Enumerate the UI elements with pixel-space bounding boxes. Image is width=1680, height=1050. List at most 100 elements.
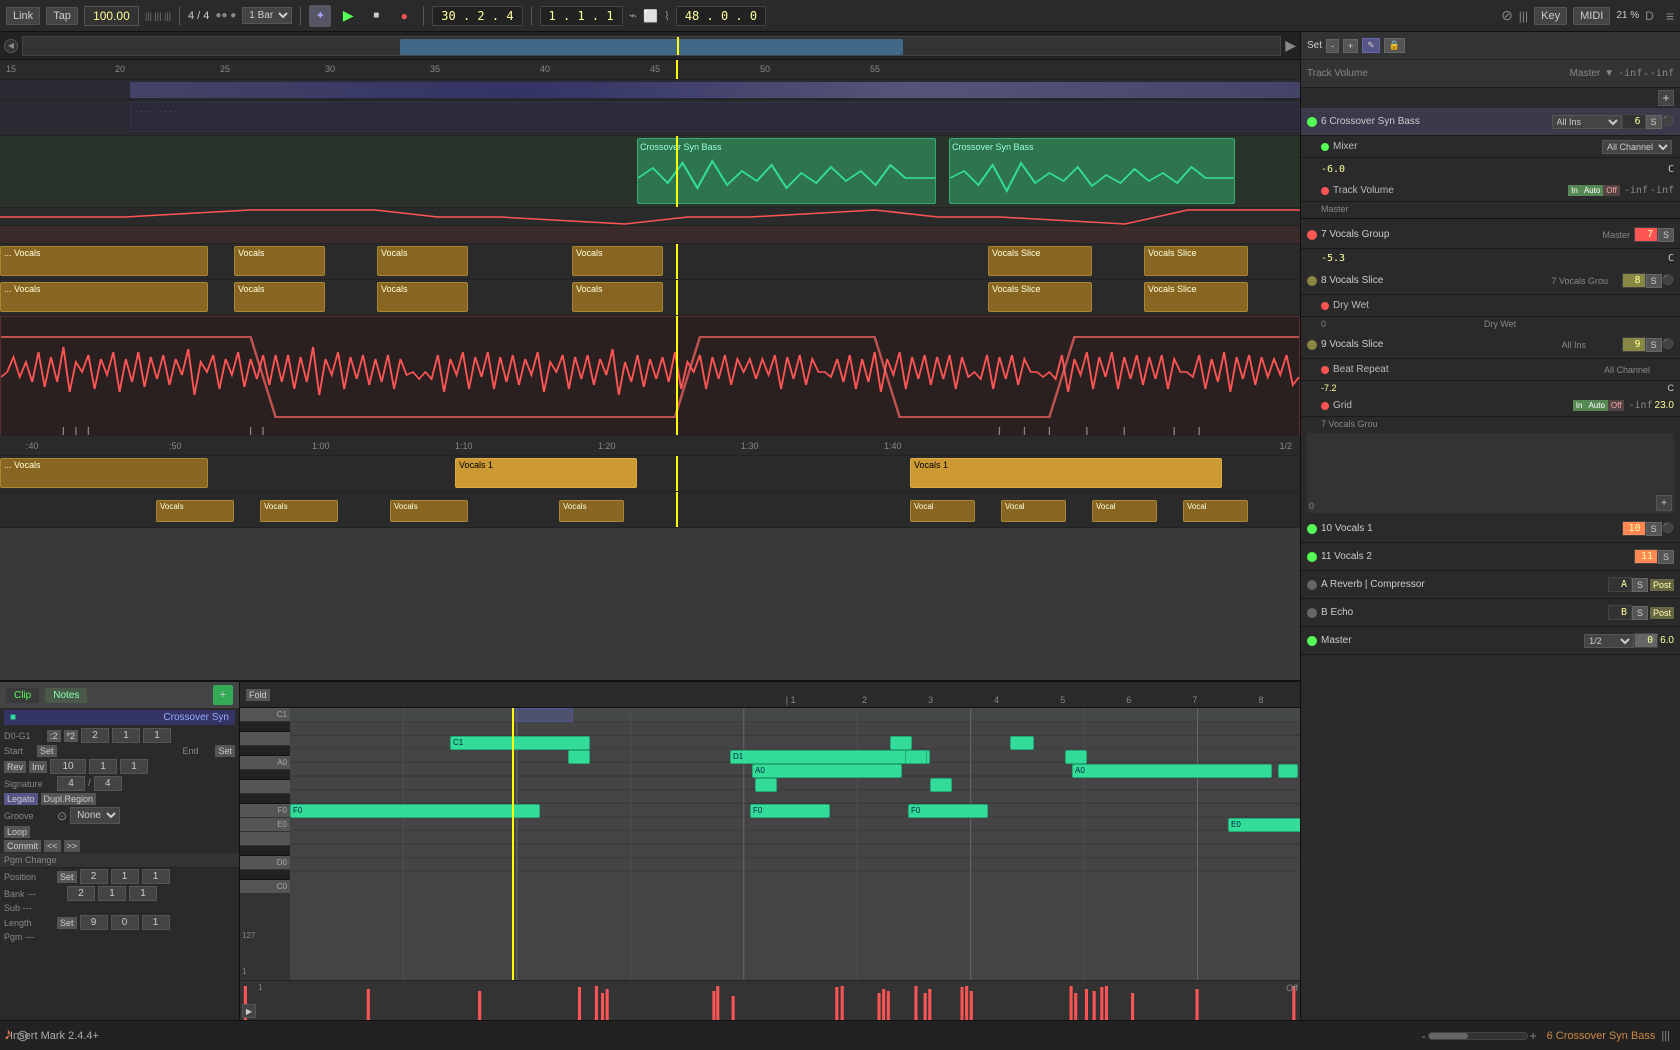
master-arrow[interactable]: ▼ — [1604, 68, 1614, 79]
track-strip-8[interactable]: 8 Vocals Slice 7 Vocals Grou 8 S ⚫ — [1301, 267, 1680, 295]
overview-track[interactable] — [22, 36, 1281, 56]
track-strip-6[interactable]: 6 Crossover Syn Bass All Ins 6 S ⚫ — [1301, 108, 1680, 136]
set-length-button[interactable]: Set — [57, 917, 77, 929]
bank-val-1[interactable]: 2 — [67, 886, 95, 901]
loop-region[interactable] — [512, 708, 573, 722]
track-10-s-button[interactable]: S — [1646, 522, 1662, 536]
vocal-clip-5[interactable]: Vocals Slice — [988, 246, 1092, 276]
velocity-area[interactable]: ▶ 1 Off — [240, 980, 1300, 1020]
position-val-1[interactable]: 2 — [80, 869, 108, 884]
set-start-button[interactable]: Set — [37, 745, 57, 757]
lock-button[interactable]: 🔒 — [1384, 38, 1405, 53]
note-far-right[interactable] — [1278, 764, 1298, 778]
master-dropdown[interactable]: Master — [1570, 68, 1601, 79]
inv-button[interactable]: Inv — [29, 761, 47, 773]
dupl-region-button[interactable]: Dupl.Region — [41, 793, 97, 805]
overview-bar[interactable]: ◀ ▶ — [0, 32, 1300, 60]
track-8-s-button[interactable]: S — [1646, 274, 1662, 288]
track-strip-11[interactable]: 11 Vocals 2 11 S — [1301, 543, 1680, 571]
rev-button[interactable]: Rev — [4, 761, 26, 773]
track-6-input-select[interactable]: All Ins — [1552, 115, 1622, 129]
track-10-record[interactable]: ⚫ — [1662, 523, 1674, 534]
track-a-dot[interactable] — [1307, 580, 1317, 590]
tempo-input[interactable] — [84, 6, 139, 26]
key-d0[interactable]: D0 — [240, 856, 290, 870]
key-f0[interactable]: F0 — [240, 804, 290, 818]
track-content-vocals-2[interactable]: ... Vocals Vocals Vocals Vocals Vocals S… — [0, 280, 1300, 315]
dry-wet-dot[interactable] — [1321, 302, 1329, 310]
track-vol-in-btn[interactable]: In — [1568, 185, 1581, 196]
track-11-s-button[interactable]: S — [1658, 550, 1674, 564]
clip-color-button[interactable]: + — [213, 685, 233, 705]
key-bb0[interactable] — [240, 732, 290, 746]
vs-clip-2[interactable]: Vocals — [260, 500, 338, 522]
track-6-record-dot[interactable]: ⚫ — [1662, 116, 1674, 127]
zoom-slider[interactable] — [1428, 1032, 1528, 1040]
arrows-right-button[interactable]: >> — [64, 840, 81, 852]
loop-length-select[interactable]: 1 Bar — [242, 7, 292, 24]
vocal2-clip-4[interactable]: Vocals — [572, 282, 663, 312]
vs-clip-3[interactable]: Vocals — [390, 500, 468, 522]
vs-clip-7[interactable]: Vocal — [1092, 500, 1157, 522]
track-6-activate-dot[interactable] — [1307, 117, 1317, 127]
key-g0-sharp[interactable] — [240, 770, 290, 780]
track-content-vocals-small[interactable]: Vocals Vocals Vocals Vocals Vocal Vocal … — [0, 492, 1300, 527]
note-small-4[interactable] — [905, 750, 927, 764]
transpose-val3[interactable]: 1 — [143, 728, 171, 743]
edit-button[interactable]: ✎ — [1362, 38, 1380, 53]
vocal2-clip-2[interactable]: Vocals — [234, 282, 325, 312]
note-f0-2[interactable]: F0 — [750, 804, 830, 818]
notes-tab[interactable]: Notes — [45, 688, 87, 703]
track-vol-off-btn[interactable]: Off — [1603, 185, 1620, 196]
tap-button[interactable]: Tap — [46, 7, 78, 25]
vs-clip-5[interactable]: Vocal — [910, 500, 975, 522]
vocal-clip-3[interactable]: Vocals — [377, 246, 468, 276]
note-small-2[interactable] — [890, 736, 912, 750]
key-b0[interactable] — [240, 722, 290, 732]
track-9-s-button[interactable]: S — [1646, 338, 1662, 352]
length-val-1[interactable]: 9 — [80, 915, 108, 930]
note-c1[interactable]: C1 — [450, 736, 590, 750]
groove-dial[interactable]: ⊙ — [57, 809, 67, 823]
track-8-dot2[interactable]: ⚫ — [1662, 275, 1674, 286]
vocal2-clip-6[interactable]: Vocals Slice — [1144, 282, 1248, 312]
note-d1[interactable]: D1 — [730, 750, 930, 764]
track-b-s-button[interactable]: S — [1632, 606, 1648, 620]
length-val-2[interactable]: 0 — [111, 915, 139, 930]
v1-clip-2[interactable]: Vocals 1 — [455, 458, 637, 488]
overview-right-nav[interactable]: ▶ — [1285, 37, 1296, 54]
v1-clip-1[interactable]: ... Vocals — [0, 458, 208, 488]
track-9-dot[interactable] — [1307, 340, 1317, 350]
add-button[interactable]: ✦ — [309, 5, 331, 27]
arrows-left-button[interactable]: << — [44, 840, 61, 852]
vocal-clip-1[interactable]: ... Vocals — [0, 246, 208, 276]
v1-clip-3[interactable]: Vocals 1 — [910, 458, 1222, 488]
grid-dot[interactable] — [1321, 402, 1329, 410]
minus-button[interactable]: - — [1326, 39, 1339, 53]
track-strip-b[interactable]: B Echo B S Post — [1301, 599, 1680, 627]
track-9-record[interactable]: ⚫ — [1662, 339, 1674, 350]
vol-add-button[interactable]: + — [1656, 495, 1672, 511]
length-val-3[interactable]: 1 — [142, 915, 170, 930]
track-strip-7[interactable]: 7 Vocals Group Master 7 S — [1301, 221, 1680, 249]
vocal2-clip-5[interactable]: Vocals Slice — [988, 282, 1092, 312]
key-a0-sharp[interactable] — [240, 746, 290, 756]
sig-den[interactable]: 4 — [94, 776, 122, 791]
stop-button[interactable]: ■ — [365, 5, 387, 27]
clip-crossover-2[interactable]: Crossover Syn Bass — [949, 138, 1235, 204]
track-master-dot[interactable] — [1307, 636, 1317, 646]
track-strip-master[interactable]: Master 1/2 0 6.0 — [1301, 627, 1680, 655]
track-11-dot[interactable] — [1307, 552, 1317, 562]
grid-in-btn[interactable]: In — [1573, 400, 1586, 411]
vocal-clip-4[interactable]: Vocals — [572, 246, 663, 276]
loop-button[interactable]: Loop — [4, 826, 30, 838]
commit-button[interactable]: Commit — [4, 840, 41, 852]
note-small-3[interactable] — [755, 778, 777, 792]
track-waveform-content[interactable] — [0, 316, 1300, 435]
transpose-val[interactable]: 2 — [81, 728, 109, 743]
mixer-dot[interactable] — [1321, 143, 1329, 151]
fold-button[interactable]: Fold — [246, 689, 270, 701]
bank-val-3[interactable]: 1 — [129, 886, 157, 901]
clip-name-display[interactable]: ■ Crossover Syn — [4, 710, 235, 725]
track-a-s-button[interactable]: S — [1632, 578, 1648, 592]
